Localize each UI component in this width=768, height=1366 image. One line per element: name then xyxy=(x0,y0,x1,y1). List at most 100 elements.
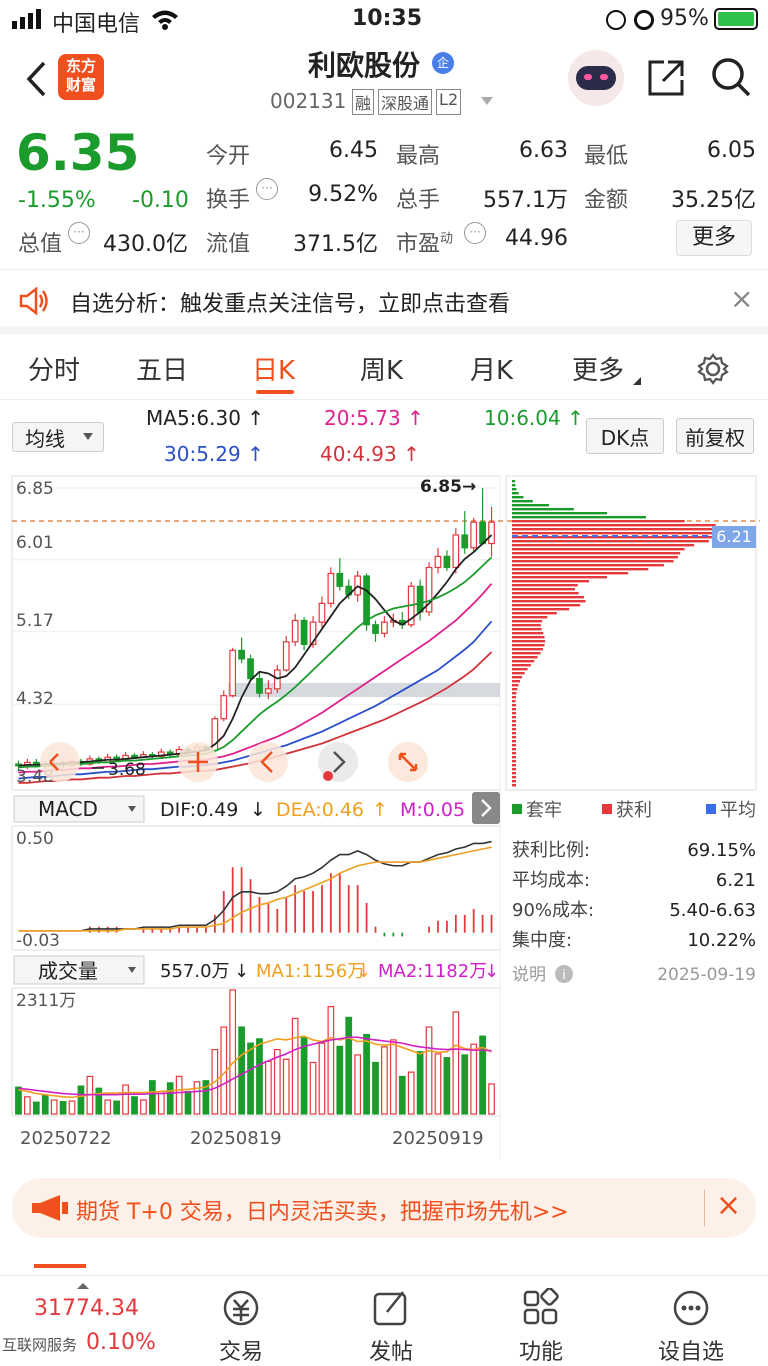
nav-functions[interactable]: 功能 xyxy=(486,1287,596,1366)
notice-close-icon[interactable]: × xyxy=(730,282,753,315)
index-name[interactable]: 互联网服务 xyxy=(2,1334,77,1355)
volume-bar xyxy=(229,989,237,1115)
candle-body xyxy=(470,521,478,549)
chip-bar xyxy=(512,512,608,515)
concentration-label: 集中度: xyxy=(512,930,572,951)
volume-bar xyxy=(345,1016,353,1115)
logo-text-bottom: 财富 xyxy=(65,76,96,94)
volume-bar xyxy=(15,1086,22,1115)
app-logo[interactable]: 东方 财富 xyxy=(58,54,104,100)
macd-dea-text: DEA:0.46 xyxy=(276,799,364,821)
volume-bar xyxy=(24,1096,31,1115)
assistant-avatar[interactable] xyxy=(568,50,624,106)
macd-m-text: M:0.05 xyxy=(400,799,465,821)
chip-bar xyxy=(512,564,664,567)
chevron-left-icon[interactable] xyxy=(24,60,48,98)
volume-bar xyxy=(381,1046,388,1115)
promo-text: 期货 T+0 交易，日内灵活买卖，把握市场先机>> xyxy=(76,1200,569,1225)
ma20-value: 20:5.73 ↑ xyxy=(324,406,424,430)
nav-post-label: 发帖 xyxy=(368,1340,413,1365)
macd-select-label: MACD xyxy=(38,797,98,821)
tab-intraday[interactable]: 分时 xyxy=(28,350,80,387)
volume-ma1-text: MA1:1156万 xyxy=(256,961,365,982)
volume-bar xyxy=(273,1048,281,1115)
zoom-out-button[interactable] xyxy=(40,742,80,782)
more-button[interactable]: 更多 xyxy=(676,220,752,256)
analysis-notice[interactable]: 自选分析：触发重点关注信号，立即点击查看 × xyxy=(0,270,768,334)
caret-up-icon[interactable] xyxy=(76,1282,90,1290)
chip-bar xyxy=(512,488,517,491)
candle-body xyxy=(256,677,263,694)
volume-bar xyxy=(372,1061,379,1115)
adjust-button[interactable]: 前复权 xyxy=(676,418,754,454)
battery-percent: 95% xyxy=(660,6,709,31)
ma5-value: MA5:6.30 ↑ xyxy=(146,406,265,430)
volume-bar xyxy=(461,1054,469,1115)
index-value[interactable]: 31774.34 xyxy=(34,1296,139,1321)
indicator-select[interactable]: 均线 xyxy=(12,422,104,452)
chip-bar xyxy=(512,484,516,487)
legend-average: 平均 xyxy=(720,800,756,821)
nav-trade[interactable]: 交易 xyxy=(186,1288,296,1366)
candle-body xyxy=(247,658,254,680)
volume-bar xyxy=(68,1100,76,1115)
turnover-label: 换手 xyxy=(206,188,251,213)
candle-body xyxy=(452,534,460,569)
volume-bar xyxy=(443,1057,451,1115)
collapse-panel-button[interactable] xyxy=(472,792,500,824)
gear-icon[interactable] xyxy=(696,352,730,386)
chip-bar xyxy=(512,624,541,627)
scroll-left-button[interactable] xyxy=(248,742,288,782)
ma2-arrow: ↓ xyxy=(484,961,499,982)
adjust-label: 前复权 xyxy=(685,425,745,450)
logo-text-top: 东方 xyxy=(65,57,96,75)
candle-body xyxy=(336,572,344,587)
search-icon[interactable] xyxy=(710,56,752,98)
turnover-info-icon[interactable]: ··· xyxy=(256,178,278,200)
chip-bar xyxy=(512,672,525,675)
legend-trapped-swatch xyxy=(512,804,522,814)
caret-down-icon[interactable] xyxy=(480,96,494,106)
volume-value: 557.1万 xyxy=(483,188,568,213)
chip-bar xyxy=(512,660,535,663)
nav-add-watchlist[interactable]: 设自选 xyxy=(636,1288,746,1366)
tab-daily-k[interactable]: 日K xyxy=(252,350,295,387)
volume-bar xyxy=(184,1090,192,1115)
volume-bar xyxy=(113,1100,121,1115)
chip-bar xyxy=(512,776,516,779)
promo-banner[interactable]: 期货 T+0 交易，日内灵活买卖，把握市场先机>> × xyxy=(12,1178,756,1238)
chip-note-label[interactable]: 说明 xyxy=(512,965,546,985)
chip-bar xyxy=(512,580,590,583)
volume-bar xyxy=(140,1099,147,1115)
chip-bar xyxy=(512,656,538,659)
candle-body xyxy=(131,754,138,758)
chip-bar xyxy=(512,596,585,599)
ma10-text: 10:6.04 xyxy=(484,406,561,430)
legend-trapped: 套牢 xyxy=(526,800,562,821)
kline-chart[interactable]: 6.21 6.85 6.01 5.17 4.32 3.48 6.85→ 3.68… xyxy=(0,470,768,1170)
tab-more[interactable]: 更多 xyxy=(572,350,624,387)
grid-icon xyxy=(523,1287,559,1325)
chip-bar xyxy=(512,708,516,711)
chip-bar xyxy=(512,592,579,595)
market-cap-info-icon[interactable]: ··· xyxy=(68,222,90,244)
dif-arrow: ↓ xyxy=(250,799,266,821)
avg-cost-tag-text: 6.21 xyxy=(716,527,752,546)
share-icon[interactable] xyxy=(646,58,686,98)
tab-weekly-k[interactable]: 周K xyxy=(360,350,403,387)
promo-close-icon[interactable]: × xyxy=(716,1188,741,1223)
index-percent[interactable]: 0.10% xyxy=(86,1330,156,1355)
candle-body xyxy=(265,688,272,694)
avg-cost-label: 平均成本: xyxy=(512,870,590,891)
volume-bar xyxy=(32,1101,40,1115)
tab-monthly-k[interactable]: 月K xyxy=(470,350,513,387)
wifi-icon xyxy=(152,10,178,30)
ma30-text: 30:5.29 xyxy=(164,442,241,466)
volume-bar xyxy=(95,1087,103,1115)
chip-bar xyxy=(512,712,516,715)
candle-body xyxy=(291,619,299,643)
pe-info-icon[interactable]: ··· xyxy=(464,222,486,244)
dk-point-button[interactable]: DK点 xyxy=(586,418,664,454)
tab-five-day[interactable]: 五日 xyxy=(136,350,188,387)
nav-post[interactable]: 发帖 xyxy=(336,1288,446,1366)
